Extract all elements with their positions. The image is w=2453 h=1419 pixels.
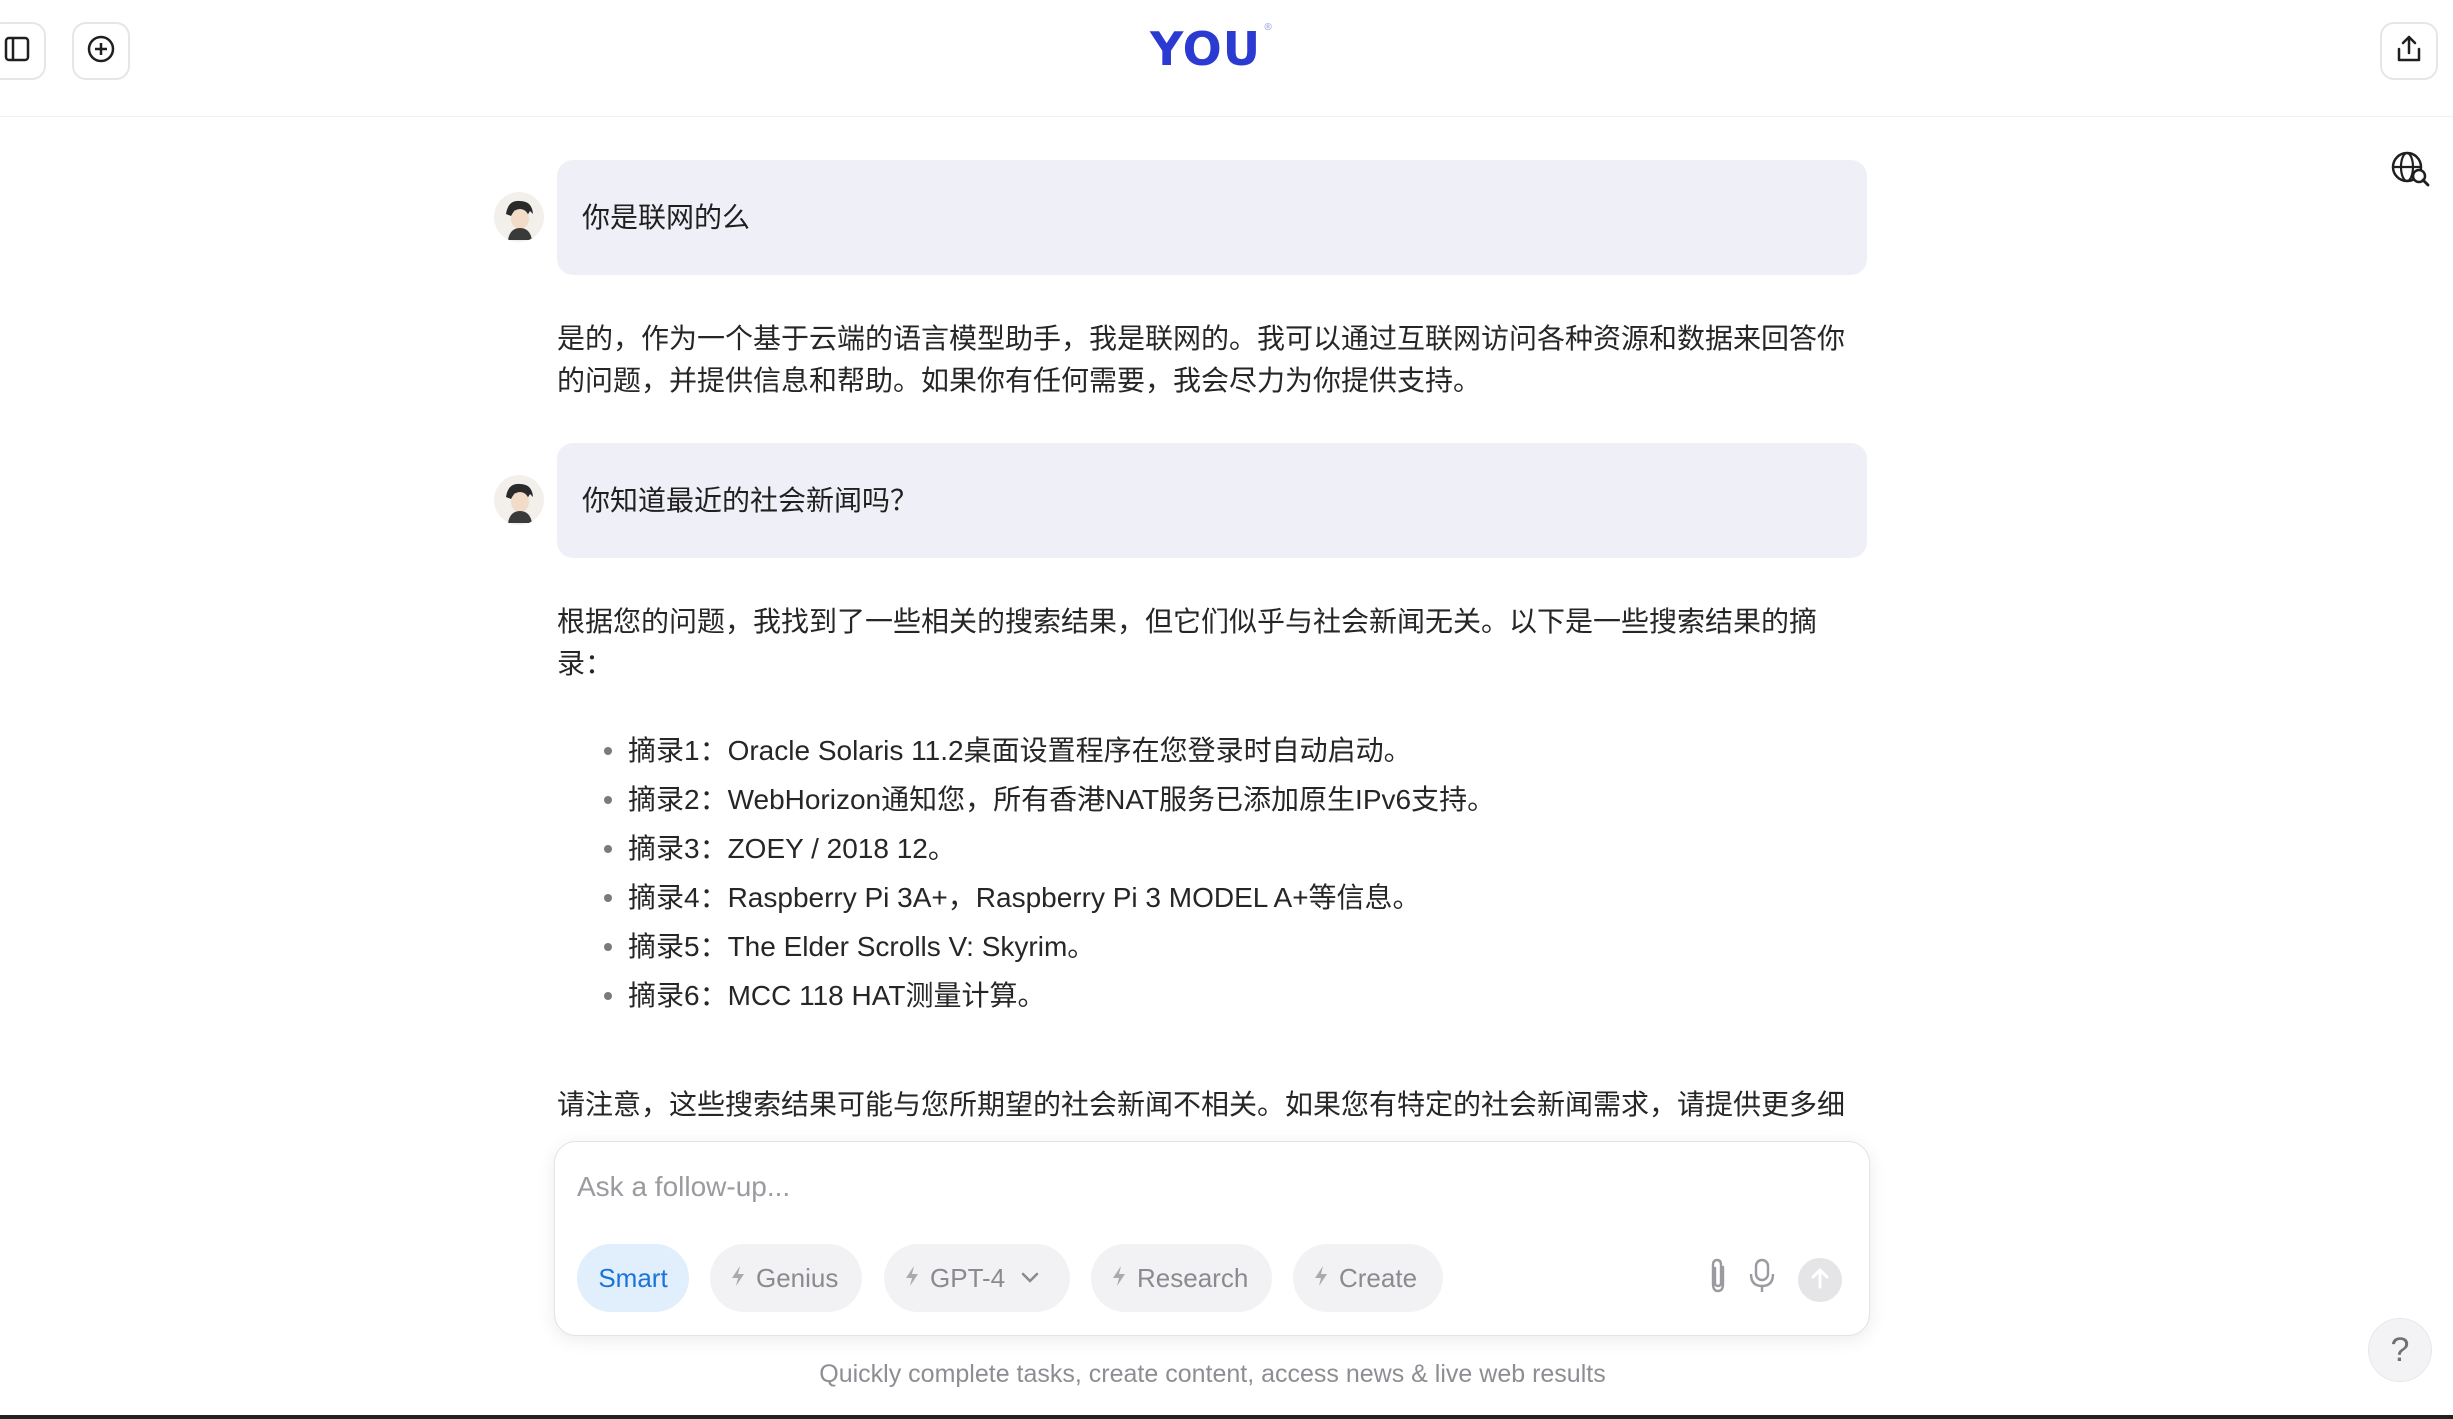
chevron-down-icon: [1021, 1272, 1039, 1284]
mode-genius-button[interactable]: Genius: [710, 1244, 862, 1312]
you-logo[interactable]: YOU ®: [1150, 22, 1274, 76]
mode-gpt4-dropdown[interactable]: GPT-4: [884, 1244, 1070, 1312]
list-item: 摘录1：Oracle Solaris 11.2桌面设置程序在您登录时自动启动。: [600, 726, 1495, 775]
share-button[interactable]: [2380, 22, 2438, 80]
mode-label: Research: [1137, 1262, 1249, 1293]
share-icon: [2393, 33, 2425, 70]
sidebar-toggle-icon: [2, 34, 32, 69]
footer-note: Quickly complete tasks, create content, …: [819, 1360, 1606, 1388]
assistant-message-intro: 根据您的问题，我找到了一些相关的搜索结果，但它们似乎与社会新闻无关。以下是一些搜…: [557, 606, 1818, 679]
user-avatar: [494, 192, 544, 242]
mode-label: GPT-4: [930, 1262, 1006, 1293]
list-item: 摘录3：ZOEY / 2018 12。: [600, 824, 1495, 873]
new-chat-icon: [85, 33, 117, 70]
mode-label: Smart: [598, 1262, 668, 1293]
user-avatar: [494, 475, 544, 525]
bolt-icon: [904, 1263, 920, 1294]
list-item: 摘录5：The Elder Scrolls V: Skyrim。: [600, 922, 1495, 971]
attach-button[interactable]: [1696, 1256, 1740, 1300]
bolt-icon: [1111, 1263, 1127, 1294]
user-message-text: 你知道最近的社会新闻吗？: [582, 485, 919, 516]
arrow-up-icon: [1809, 1266, 1831, 1295]
logo-mark: ®: [1263, 22, 1275, 33]
assistant-message-outro: 请注意，这些搜索结果可能与您所期望的社会新闻不相关。如果您有特定的社会新闻需求，…: [557, 1089, 1846, 1120]
user-message-text: 你是联网的么: [582, 202, 751, 233]
bolt-icon: [1313, 1263, 1329, 1294]
user-message-bubble: 你知道最近的社会新闻吗？: [557, 443, 1867, 558]
sidebar-toggle-button[interactable]: [0, 22, 46, 80]
excerpt-list: 摘录1：Oracle Solaris 11.2桌面设置程序在您登录时自动启动。 …: [600, 726, 1495, 1020]
list-item: 摘录2：WebHorizon通知您，所有香港NAT服务已添加原生IPv6支持。: [600, 775, 1495, 824]
mic-icon: [1748, 1257, 1776, 1300]
mode-research-button[interactable]: Research: [1091, 1244, 1272, 1312]
send-button[interactable]: [1798, 1258, 1842, 1302]
composer: Smart Genius GPT-4 Research Create: [554, 1141, 1870, 1336]
mode-label: Create: [1339, 1262, 1418, 1293]
user-message-bubble: 你是联网的么: [557, 160, 1867, 275]
globe-search-button[interactable]: [2388, 147, 2432, 191]
bolt-icon: [730, 1263, 746, 1294]
bottom-edge: [0, 1415, 2453, 1419]
new-chat-button[interactable]: [72, 22, 130, 80]
list-item: 摘录4：Raspberry Pi 3A+，Raspberry Pi 3 MODE…: [600, 873, 1495, 922]
top-bar: YOU ®: [0, 0, 2453, 117]
mode-create-button[interactable]: Create: [1293, 1244, 1443, 1312]
assistant-message: 是的，作为一个基于云端的语言模型助手，我是联网的。我可以通过互联网访问各种资源和…: [557, 323, 1846, 396]
paperclip-icon: [1705, 1257, 1731, 1300]
help-button[interactable]: ?: [2368, 1318, 2432, 1382]
help-icon: ?: [2390, 1330, 2410, 1369]
globe-search-icon: [2388, 151, 2432, 195]
list-item: 摘录6：MCC 118 HAT测量计算。: [600, 971, 1495, 1020]
mode-smart-button[interactable]: Smart: [577, 1244, 689, 1312]
voice-input-button[interactable]: [1740, 1256, 1784, 1300]
app-page: YOU ® 你是联网的么 是的，作为一个基于云端的语言模型助手，我是联网的。我可以…: [0, 0, 2453, 1419]
mode-label: Genius: [756, 1262, 839, 1293]
follow-up-input[interactable]: [577, 1164, 1577, 1210]
